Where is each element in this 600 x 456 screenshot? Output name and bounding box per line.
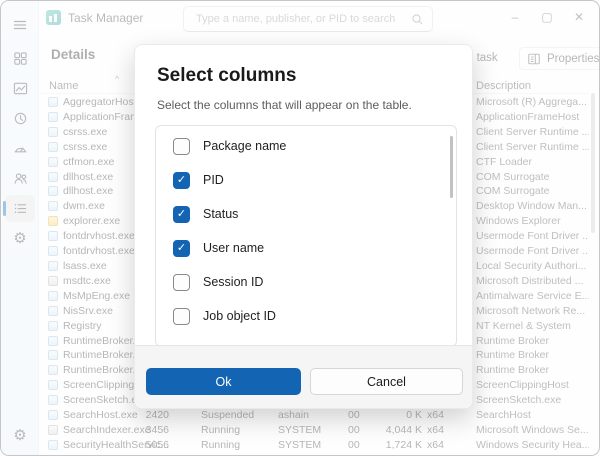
screenshot: Task Manager – ▢ ✕	[0, 0, 600, 456]
column-option-label: Job object ID	[203, 309, 276, 323]
column-option-label: Session ID	[203, 275, 264, 289]
column-option-label: Status	[203, 207, 239, 221]
column-option-label: User name	[203, 241, 265, 255]
dialog-footer: Ok Cancel	[135, 345, 472, 408]
checkmark-icon: ✓	[176, 173, 187, 186]
checkbox[interactable]: ✓	[173, 137, 190, 155]
task-manager-window: Task Manager – ▢ ✕	[0, 0, 600, 456]
checkmark-icon: ✓	[176, 207, 187, 220]
checkmark-icon: ✓	[176, 241, 187, 254]
dialog-subtitle: Select the columns that will appear on t…	[157, 98, 412, 112]
column-option-row[interactable]: ✓ Package name	[156, 129, 456, 163]
column-option-row[interactable]: ✓ User name	[156, 231, 456, 265]
checkbox[interactable]: ✓	[173, 205, 190, 223]
dialog-title: Select columns	[157, 65, 297, 86]
checkbox[interactable]: ✓	[173, 273, 190, 291]
checkbox[interactable]: ✓	[173, 171, 190, 189]
checkbox[interactable]: ✓	[173, 239, 190, 257]
column-options-list: ✓ Package name ✓ PID ✓ Status ✓ User nam…	[155, 125, 457, 347]
select-columns-dialog: Select columns Select the columns that w…	[134, 44, 473, 409]
column-option-row[interactable]: ✓ Status	[156, 197, 456, 231]
column-option-label: PID	[203, 173, 224, 187]
checkbox[interactable]: ✓	[173, 307, 190, 325]
cancel-button[interactable]: Cancel	[310, 368, 463, 395]
ok-button[interactable]: Ok	[146, 368, 301, 395]
column-option-row[interactable]: ✓ Job object ID	[156, 299, 456, 333]
column-option-row[interactable]: ✓ Session ID	[156, 265, 456, 299]
column-option-label: Package name	[203, 139, 287, 153]
column-option-row[interactable]: ✓ PID	[156, 163, 456, 197]
